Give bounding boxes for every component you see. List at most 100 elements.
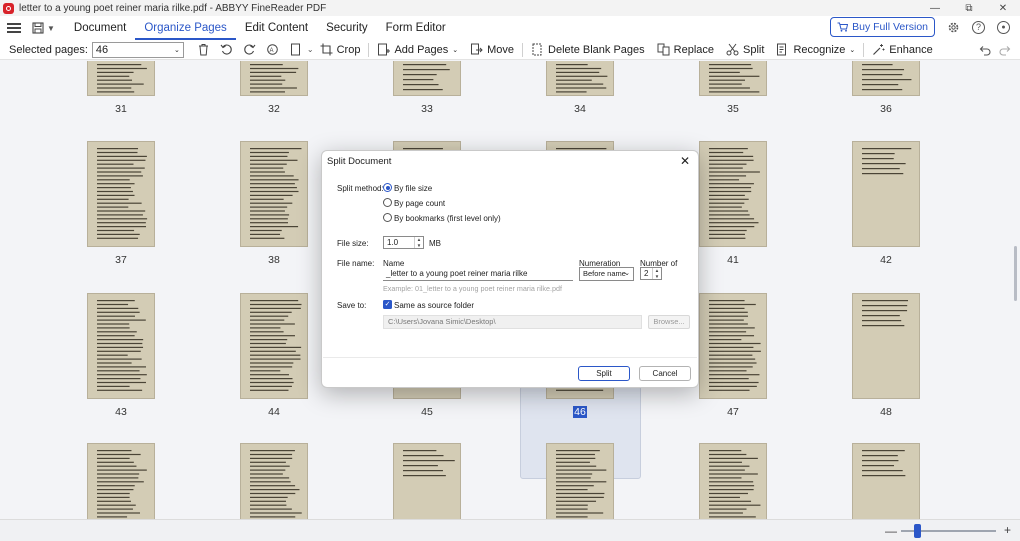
delete-blank-pages-button[interactable]: Delete Blank Pages: [525, 41, 651, 59]
file-name-input[interactable]: _letter to a young poet reiner maria ril…: [383, 267, 573, 281]
page-image: [852, 293, 920, 399]
same-as-source-checkbox[interactable]: ✓: [383, 300, 392, 309]
page-thumbnail[interactable]: [83, 443, 159, 519]
help-icon[interactable]: ?: [972, 20, 985, 34]
enhance-label: Enhance: [889, 43, 933, 56]
cancel-button[interactable]: Cancel: [639, 366, 691, 381]
svg-text:A: A: [269, 48, 273, 54]
zoom-slider-handle[interactable]: [914, 524, 921, 538]
page-number: 42: [880, 254, 892, 266]
page-thumbnail[interactable]: 38: [236, 141, 312, 266]
page-image: [87, 293, 155, 399]
page-thumbnail[interactable]: 31: [83, 61, 159, 115]
option-by-file-size-label[interactable]: By file size: [394, 184, 432, 193]
page-properties-chevron-icon[interactable]: ⌄: [307, 45, 314, 54]
tab-form-editor[interactable]: Form Editor: [377, 16, 455, 40]
auto-rotate-icon[interactable]: A: [266, 43, 279, 56]
split-button[interactable]: Split: [720, 41, 770, 59]
page-image: [393, 443, 461, 519]
page-image: [393, 61, 461, 96]
browse-button: Browse...: [648, 315, 690, 329]
zoom-out-icon[interactable]: —: [885, 524, 897, 538]
page-number: 41: [727, 254, 739, 266]
page-image: [87, 443, 155, 519]
restore-icon[interactable]: ⧉: [952, 0, 986, 16]
replace-button[interactable]: Replace: [651, 41, 720, 59]
page-thumbnail[interactable]: 35: [695, 61, 771, 115]
page-thumbnail[interactable]: 48: [848, 293, 924, 418]
file-name-label: File name:: [337, 259, 375, 268]
redo-icon[interactable]: [999, 43, 1012, 56]
page-thumbnail[interactable]: 32: [236, 61, 312, 115]
selected-pages-label: Selected pages:: [9, 43, 88, 56]
replace-icon: [657, 43, 670, 56]
close-window-icon[interactable]: ✕: [986, 0, 1020, 16]
tab-edit-content[interactable]: Edit Content: [236, 16, 317, 40]
page-thumbnail[interactable]: [542, 443, 618, 519]
tab-organize-pages[interactable]: Organize Pages: [135, 16, 236, 40]
toolbar-divider: [522, 42, 524, 57]
vertical-scrollbar[interactable]: [1014, 246, 1017, 301]
move-button[interactable]: Move: [464, 41, 520, 59]
radio-by-page-count[interactable]: [383, 198, 392, 207]
chevron-down-icon: ⌄: [849, 46, 856, 54]
page-thumbnail[interactable]: 33: [389, 61, 465, 115]
tab-security[interactable]: Security: [317, 16, 377, 40]
page-image: [699, 141, 767, 247]
zoom-in-icon[interactable]: +: [1004, 523, 1011, 537]
page-thumbnail[interactable]: 34: [542, 61, 618, 115]
enhance-button[interactable]: Enhance: [866, 41, 938, 59]
number-of-digits-stepper[interactable]: 2 ▲ ▼: [640, 267, 662, 280]
window-title: letter to a young poet reiner maria rilk…: [19, 2, 327, 14]
undo-icon[interactable]: [978, 43, 991, 56]
save-icon[interactable]: [32, 22, 44, 34]
rotate-left-icon[interactable]: [220, 43, 233, 56]
minimize-icon[interactable]: —: [918, 0, 952, 16]
account-icon[interactable]: ●: [997, 20, 1010, 34]
file-size-unit: MB: [429, 239, 441, 248]
page-thumbnail[interactable]: [236, 443, 312, 519]
rotate-right-icon[interactable]: [243, 43, 256, 56]
recognize-button[interactable]: Recognize ⌄: [770, 41, 861, 59]
toolbar-divider: [863, 42, 865, 57]
page-thumbnail[interactable]: 37: [83, 141, 159, 266]
tab-document[interactable]: Document: [65, 16, 135, 40]
page-number: 32: [268, 103, 280, 115]
same-as-source-label[interactable]: Same as source folder: [394, 301, 474, 310]
numeration-dropdown[interactable]: Before name ⌄: [579, 267, 634, 281]
selected-pages-combobox[interactable]: 46 ⌄: [91, 41, 184, 58]
page-thumbnail[interactable]: [848, 443, 924, 519]
radio-by-file-size[interactable]: [383, 183, 392, 192]
page-thumbnail[interactable]: 43: [83, 293, 159, 418]
hamburger-menu-icon[interactable]: [7, 21, 21, 36]
scissors-icon: [726, 43, 739, 56]
page-thumbnail[interactable]: 47: [695, 293, 771, 418]
file-name-example: Example: 01_letter to a young poet reine…: [383, 284, 562, 293]
save-dropdown-chevron-icon[interactable]: ▼: [47, 24, 55, 33]
page-thumbnail[interactable]: [695, 443, 771, 519]
page-number: 46: [573, 406, 587, 418]
radio-by-bookmarks[interactable]: [383, 213, 392, 222]
page-thumbnail[interactable]: [389, 443, 465, 519]
file-size-stepper[interactable]: 1.0 ▲ ▼: [383, 236, 424, 249]
page-thumbnail[interactable]: 44: [236, 293, 312, 418]
page-thumbnail[interactable]: 42: [848, 141, 924, 266]
close-icon[interactable]: ✕: [678, 154, 692, 168]
split-confirm-button[interactable]: Split: [578, 366, 630, 381]
crop-button[interactable]: Crop: [314, 41, 367, 59]
spin-down-icon[interactable]: ▼: [415, 243, 423, 249]
option-by-bookmarks-label[interactable]: By bookmarks (first level only): [394, 214, 501, 223]
settings-gear-icon[interactable]: [947, 21, 960, 34]
page-properties-icon[interactable]: [289, 43, 302, 56]
page-thumbnail[interactable]: 36: [848, 61, 924, 115]
buy-full-version-button[interactable]: Buy Full Version: [830, 17, 935, 37]
title-bar: letter to a young poet reiner maria rilk…: [0, 0, 1020, 16]
spin-down-icon[interactable]: ▼: [653, 274, 661, 280]
add-pages-button[interactable]: Add Pages ⌄: [371, 41, 464, 59]
option-by-page-count-label[interactable]: By page count: [394, 199, 445, 208]
file-size-value: 1.0: [387, 238, 399, 247]
page-image: [546, 61, 614, 96]
dialog-title: Split Document: [327, 156, 392, 167]
page-thumbnail[interactable]: 41: [695, 141, 771, 266]
delete-icon[interactable]: [197, 43, 210, 56]
